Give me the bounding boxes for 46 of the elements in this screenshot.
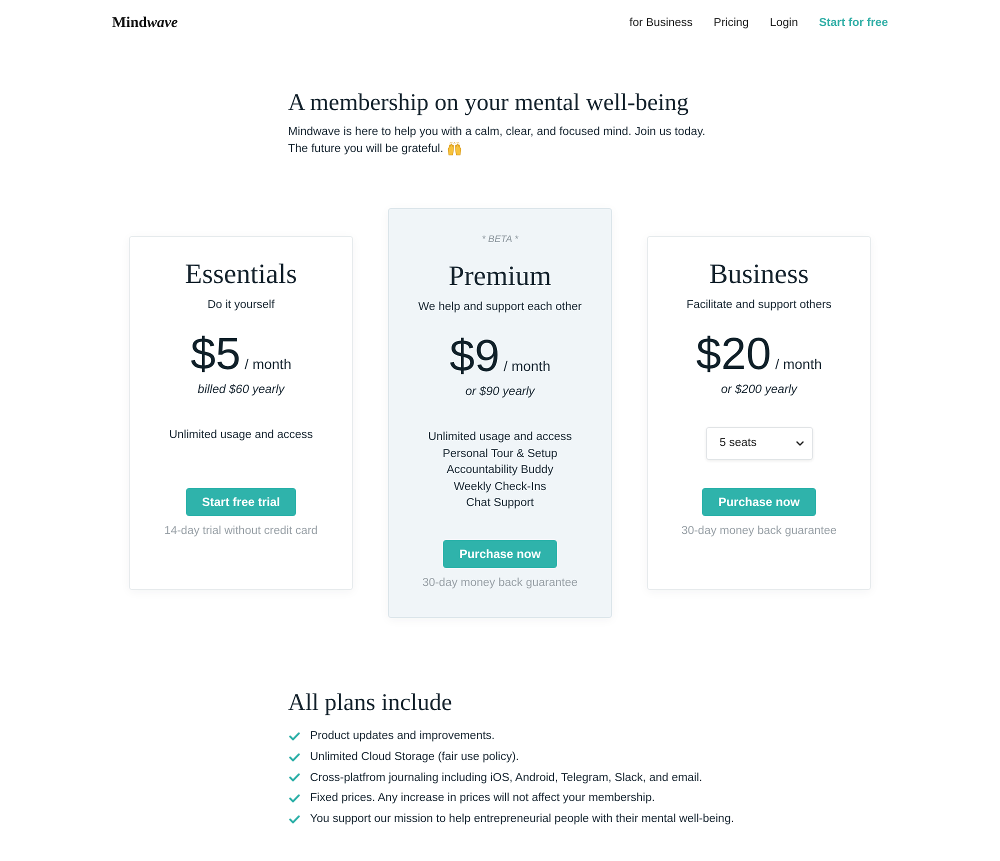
billing-text: billed $60 yearly <box>198 380 284 398</box>
price-period: / month <box>244 356 292 372</box>
nav-link[interactable]: for Business <box>629 17 693 29</box>
cta-note: 30-day money back guarantee <box>681 524 837 539</box>
feature-item: Unlimited usage and access <box>428 430 572 445</box>
feature-item: Chat Support <box>466 496 534 512</box>
price-amount: $5 <box>190 328 241 380</box>
feature-item: Personal Tour & Setup <box>442 446 558 462</box>
price-amount: $20 <box>696 328 772 380</box>
check-icon <box>289 794 300 803</box>
feature-item: Accountability Buddy <box>446 463 554 478</box>
page-heading: A membership on your mental well-being <box>288 89 689 118</box>
nav-link[interactable]: Pricing <box>714 17 749 29</box>
feature-item: Weekly Check-Ins <box>454 480 546 495</box>
intro-text: The future you will be grateful. <box>288 141 444 157</box>
section-heading: All plans include <box>288 688 452 718</box>
feature-item: Unlimited usage and access <box>169 428 313 443</box>
chevron-down-icon <box>796 440 804 446</box>
billing-text: or $90 yearly <box>465 383 535 400</box>
price-period: / month <box>504 358 550 374</box>
raised-hands-icon <box>447 142 462 156</box>
plan-subtitle: Do it yourself <box>207 298 275 313</box>
billing-text: or $200 yearly <box>720 380 798 398</box>
intro-text: Mindwave is here to help you with a calm, clear, and focused mind. Join us today. <box>288 124 706 140</box>
check-icon <box>289 732 300 741</box>
cta-note: 14-day trial without credit card <box>164 524 318 539</box>
plan-subtitle: Facilitate and support others <box>686 298 832 313</box>
seats-dropdown[interactable]: 5 seats <box>706 426 812 460</box>
logo[interactable]: Mindwave <box>112 14 178 32</box>
feature-text: Product updates and improvements. <box>310 730 495 742</box>
check-icon <box>289 814 300 824</box>
cta-note: 30-day money back guarantee <box>422 576 578 591</box>
beta-label: * BETA * <box>482 233 518 247</box>
price-amount: $9 <box>450 330 500 382</box>
price-period: / month <box>775 356 822 372</box>
plan-title: Business <box>709 258 809 292</box>
plan-title: Essentials <box>185 258 297 292</box>
nav-link[interactable]: Login <box>770 17 798 29</box>
plan-title: Premium <box>448 260 552 294</box>
check-icon <box>289 773 300 782</box>
check-icon <box>289 752 300 762</box>
feature-text: You support our mission to help entrepreneurial people with their mental well-being. <box>310 813 734 826</box>
feature-text: Fixed prices. Any increase in prices will not affect your membership. <box>310 792 655 804</box>
plan-subtitle: We help and support each other <box>418 300 582 315</box>
feature-text: Cross-platfrom journaling including iOS, Android, Telegram, Slack, and email. <box>310 772 702 784</box>
feature-text: Unlimited Cloud Storage (fair use policy). <box>310 751 520 763</box>
